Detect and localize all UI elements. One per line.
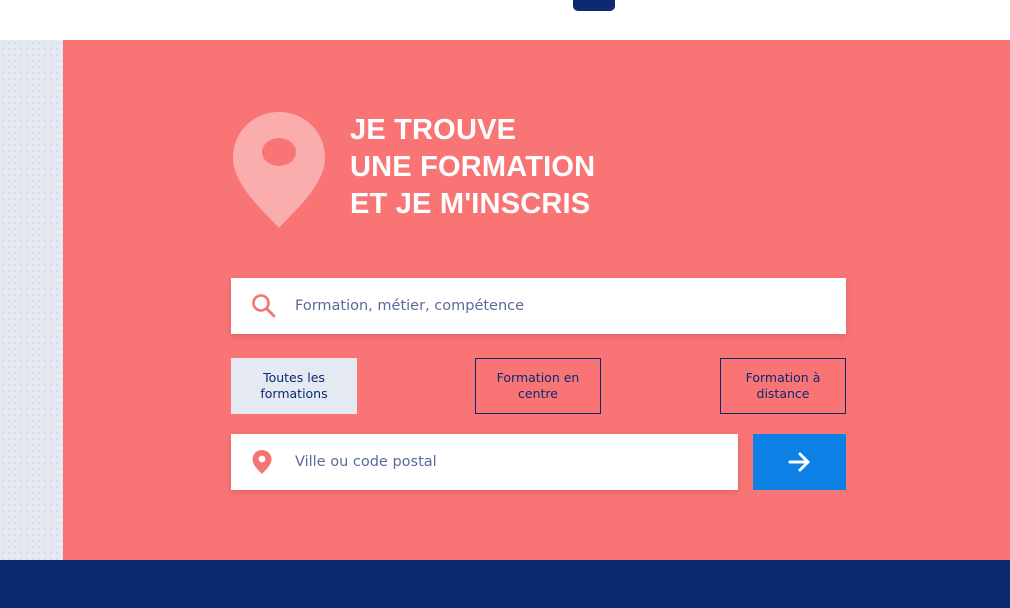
search-submit-button[interactable] <box>753 434 846 490</box>
headline-line-1: JE TROUVE <box>350 114 517 146</box>
location-input[interactable] <box>295 434 722 490</box>
left-side-strip <box>0 40 63 560</box>
filter-in-center-button[interactable]: Formation en centre <box>475 358 601 414</box>
footer-band <box>0 560 1010 608</box>
headline-line-2: UNE FORMATION <box>350 151 596 183</box>
location-pin-icon <box>252 450 272 474</box>
search-icon <box>252 294 276 318</box>
headline-line-3: ET JE M'INSCRIS <box>350 188 591 220</box>
location-field[interactable] <box>231 434 738 490</box>
search-input[interactable] <box>295 278 830 334</box>
location-pin-illustration-icon <box>233 112 325 228</box>
header-tab-marker[interactable] <box>573 0 615 11</box>
search-field[interactable] <box>231 278 846 334</box>
filter-distance-button[interactable]: Formation à distance <box>720 358 846 414</box>
hero-headline: JE TROUVE UNE FORMATION ET JE M'INSCRIS <box>350 112 595 223</box>
top-header-bar <box>0 0 1010 40</box>
filter-all-formations-button[interactable]: Toutes les formations <box>231 358 357 414</box>
arrow-right-icon <box>788 452 809 472</box>
